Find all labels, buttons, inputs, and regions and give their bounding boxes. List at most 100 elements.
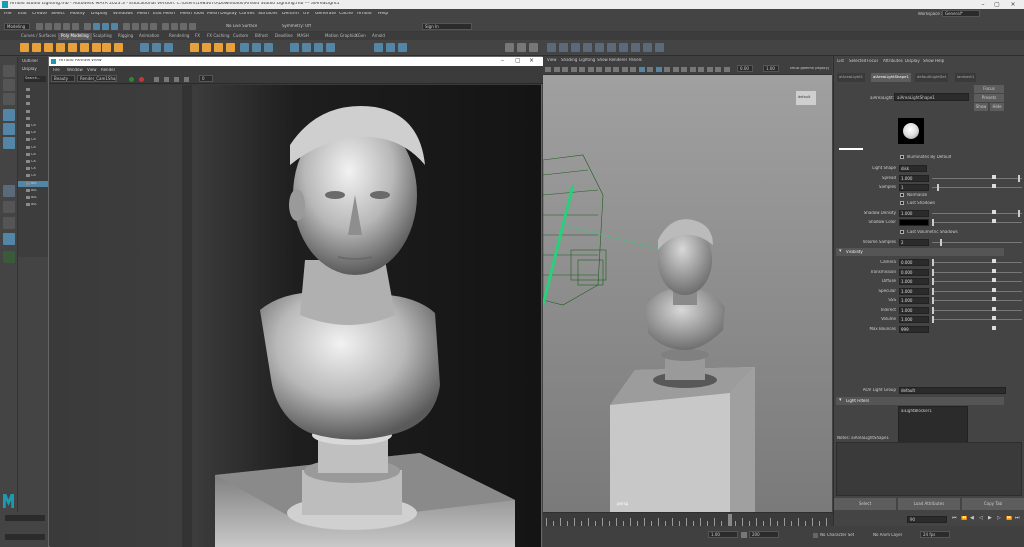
ae-menu-selected[interactable]: Selected	[849, 59, 866, 63]
outliner-item[interactable]	[18, 116, 48, 122]
layout-side-icon[interactable]	[3, 217, 15, 229]
ao-icon[interactable]	[672, 67, 679, 72]
outliner-item-label[interactable]: aiA	[31, 182, 37, 186]
visibility-volume-field[interactable]: 1.000	[899, 316, 929, 323]
notes-field[interactable]	[836, 442, 1022, 496]
menu-curves[interactable]: Curves	[239, 12, 255, 17]
magnifier-icon[interactable]	[3, 251, 15, 263]
shadow-density-map-button[interactable]	[992, 210, 996, 214]
menu-deform[interactable]: Deform	[282, 12, 299, 17]
visibility-specular-map-button[interactable]	[992, 287, 996, 292]
outliner-item-label[interactable]: Ca	[31, 146, 36, 150]
select-object-icon[interactable]	[93, 23, 100, 30]
go-to-end-icon[interactable]: ⏭	[1015, 516, 1020, 521]
light-filters-section-header[interactable]: ▾ Light Filters	[836, 397, 1004, 405]
visibility-transmission-slider[interactable]	[932, 271, 1022, 273]
select-component-icon[interactable]	[102, 23, 109, 30]
outliner-item[interactable]: Ca	[18, 123, 48, 129]
illuminates-default-checkbox[interactable]	[900, 155, 904, 159]
grid-toggle-icon[interactable]	[579, 67, 585, 72]
ae-tab-lambert1[interactable]: lambert1	[955, 73, 977, 82]
outliner-search[interactable]: Search...	[24, 76, 46, 82]
outliner-item[interactable]: aiA	[18, 202, 48, 208]
render-play-icon[interactable]	[129, 77, 134, 82]
visibility-diffuse-map-button[interactable]	[992, 278, 996, 282]
channel-alpha-icon[interactable]	[184, 77, 189, 82]
cast-volumetric-checkbox[interactable]	[900, 230, 904, 234]
step-forward-icon[interactable]: ▷	[997, 516, 1001, 521]
crop-region-icon[interactable]	[154, 77, 159, 82]
camera-dropdown[interactable]: Render_Cam1Shape	[77, 75, 117, 82]
visibility-indirect-knob[interactable]	[932, 306, 934, 314]
visibility-camera-knob[interactable]	[932, 259, 934, 266]
render-stop-icon[interactable]	[139, 77, 144, 82]
outliner-icon[interactable]	[607, 43, 616, 52]
mirror-icon[interactable]	[374, 43, 383, 52]
outliner-item-label[interactable]: Ca	[31, 138, 36, 142]
visibility-max-bounces-field[interactable]: 999	[899, 325, 929, 333]
step-forward-key-icon[interactable]: ⏩	[1006, 516, 1012, 521]
step-back-key-icon[interactable]: ⏪	[961, 516, 967, 521]
outliner-item[interactable]	[18, 87, 48, 93]
layout-single-icon[interactable]	[3, 185, 15, 197]
graph-editor-icon[interactable]	[643, 43, 652, 52]
viewport-panel[interactable]: View Shading Lighting Show Renderer Panels 0.…	[543, 56, 832, 512]
menu-mesh-display[interactable]: Mesh Display	[207, 12, 237, 17]
outliner-item-label[interactable]: Ca	[31, 174, 36, 178]
time-slider[interactable]	[543, 512, 833, 526]
camera-select-icon[interactable]	[545, 67, 551, 72]
display-layer-icon[interactable]	[655, 43, 664, 52]
aov-light-group-field[interactable]: default	[899, 387, 1006, 394]
renderview-minimize-icon[interactable]: –	[501, 58, 504, 64]
exposure-field[interactable]: 0	[199, 75, 213, 82]
renderview-menu-window[interactable]: Window	[67, 68, 83, 72]
play-forward-icon[interactable]: ▶	[988, 516, 992, 521]
shelf-tab-poly-modeling[interactable]: Poly Modeling	[58, 33, 92, 40]
outliner-display-menu[interactable]: Display	[22, 67, 37, 71]
outliner-item[interactable]: aiA	[18, 195, 48, 201]
shelf-tab-deadline[interactable]: Deadline	[272, 33, 296, 40]
samples-slider[interactable]	[932, 187, 1022, 188]
select-tool-icon[interactable]	[3, 65, 15, 77]
outliner-item-label[interactable]: Ca	[31, 153, 36, 157]
render-canvas[interactable]	[50, 85, 541, 547]
viewport-menu-panels[interactable]: Panels	[629, 58, 642, 62]
layout-outliner-icon[interactable]	[3, 233, 15, 245]
outliner-item[interactable]: Ca	[18, 166, 48, 172]
visibility-sss-map-button[interactable]	[992, 297, 996, 301]
construction-history-icon[interactable]	[150, 23, 157, 30]
outliner-item-label[interactable]: aiA	[31, 203, 37, 207]
ae-menu-display[interactable]: Display	[905, 59, 920, 63]
outliner-item[interactable]	[18, 109, 48, 115]
viewport-menu-show[interactable]: Show	[597, 58, 608, 62]
visibility-specular-field[interactable]: 1.000	[899, 287, 929, 295]
rotate-tool-icon[interactable]	[3, 123, 15, 135]
ae-presets-button[interactable]: Presets	[974, 94, 1004, 102]
aa-icon[interactable]	[689, 67, 696, 72]
bookmark-icon[interactable]	[562, 67, 568, 72]
menu-generate[interactable]: Generate	[315, 12, 336, 17]
symmetry-label[interactable]: Symmetry: Off	[282, 24, 311, 28]
visibility-specular-knob[interactable]	[932, 287, 934, 295]
cast-shadows-checkbox[interactable]	[900, 201, 904, 205]
visibility-camera-slider[interactable]	[932, 262, 1022, 263]
shadow-color-slider[interactable]	[932, 222, 1022, 223]
menu-arnold[interactable]: Arnold	[357, 12, 372, 17]
shadow-density-field[interactable]: 1.000	[899, 210, 929, 217]
outliner-item[interactable]: aiA	[18, 180, 48, 187]
outliner-item[interactable]: Ca	[18, 137, 48, 143]
snapshot-icon[interactable]	[164, 77, 169, 82]
current-time-marker[interactable]	[728, 514, 732, 526]
boolean-icon[interactable]	[386, 43, 395, 52]
paint-select-icon[interactable]	[3, 93, 15, 105]
visibility-camera-map-button[interactable]	[992, 259, 996, 263]
menuset-dropdown[interactable]: Modeling	[4, 23, 30, 30]
resolution-gate-icon[interactable]	[596, 67, 602, 72]
snap-surface-icon[interactable]	[141, 23, 148, 30]
viewport-menu-renderer[interactable]: Renderer	[609, 58, 627, 62]
bevel-icon[interactable]	[214, 43, 223, 52]
target-weld-icon[interactable]	[252, 43, 261, 52]
poly-torus-icon[interactable]	[68, 43, 77, 52]
platonic-icon[interactable]	[102, 43, 111, 52]
spread-map-button[interactable]	[992, 175, 996, 179]
